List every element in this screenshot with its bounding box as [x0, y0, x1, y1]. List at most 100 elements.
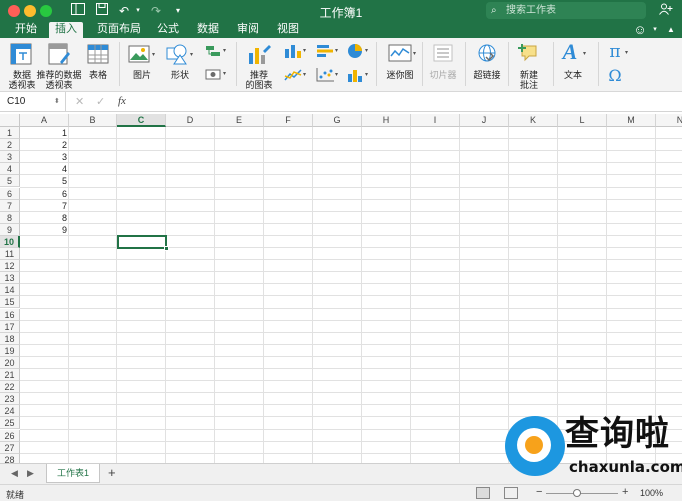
tab-home[interactable]: 开始 — [8, 22, 44, 38]
sparklines-icon[interactable] — [388, 44, 412, 62]
row-header-5[interactable]: 5 — [0, 175, 20, 188]
other-charts-dropdown-icon[interactable]: ▾ — [365, 71, 368, 78]
line-chart-icon[interactable] — [284, 68, 302, 82]
customize-toolbar-icon[interactable]: ▾ — [170, 3, 186, 19]
column-header-h[interactable]: H — [362, 114, 411, 127]
name-box[interactable]: C10 ⬍ — [0, 92, 66, 111]
sparklines-dropdown-icon[interactable]: ▾ — [413, 50, 416, 57]
cell-a3[interactable]: 3 — [20, 151, 69, 163]
picture-dropdown-icon[interactable]: ▾ — [152, 51, 155, 58]
cell-a1[interactable]: 1 — [20, 127, 69, 139]
column-chart-dropdown-icon[interactable]: ▾ — [303, 47, 306, 54]
column-header-l[interactable]: L — [558, 114, 607, 127]
cell-a8[interactable]: 8 — [20, 212, 69, 224]
column-header-c[interactable]: C — [117, 114, 166, 127]
zoom-out-button[interactable]: − — [536, 486, 542, 498]
column-header-g[interactable]: G — [313, 114, 362, 127]
minimize-window-button[interactable] — [24, 5, 36, 17]
row-header-21[interactable]: 21 — [0, 369, 20, 381]
new-comment-icon[interactable] — [518, 43, 538, 63]
zoom-slider[interactable] — [546, 493, 618, 494]
line-chart-dropdown-icon[interactable]: ▾ — [303, 71, 306, 78]
zoom-window-button[interactable] — [40, 5, 52, 17]
prev-sheet-icon[interactable]: ◀ — [11, 468, 18, 479]
column-header-e[interactable]: E — [215, 114, 264, 127]
confirm-formula-icon[interactable]: ✓ — [96, 95, 105, 108]
smartart-dropdown-icon[interactable]: ▾ — [223, 47, 226, 54]
smartart-icon[interactable] — [205, 45, 221, 57]
zoom-level[interactable]: 100% — [640, 488, 663, 498]
row-header-8[interactable]: 8 — [0, 211, 20, 224]
row-header-19[interactable]: 19 — [0, 344, 20, 357]
row-header-26[interactable]: 26 — [0, 429, 20, 442]
name-box-dropdown-icon[interactable]: ⬍ — [54, 92, 60, 111]
select-all-corner[interactable] — [0, 114, 20, 127]
tab-formulas[interactable]: 公式 — [150, 22, 186, 38]
row-header-13[interactable]: 13 — [0, 272, 20, 285]
picture-button[interactable]: 图片 — [126, 70, 158, 80]
column-header-a[interactable]: A — [20, 114, 69, 127]
shapes-icon[interactable] — [166, 43, 188, 65]
next-sheet-icon[interactable]: ▶ — [27, 468, 34, 479]
save-icon[interactable] — [94, 3, 110, 19]
recommended-charts-button[interactable]: 推荐 的图表 — [242, 70, 276, 90]
hyperlink-icon[interactable] — [477, 43, 497, 63]
zoom-slider-knob[interactable] — [573, 489, 581, 497]
row-header-2[interactable]: 2 — [0, 139, 20, 152]
ribbon-collapse-icon[interactable]: ▾ — [650, 22, 660, 38]
normal-view-icon[interactable] — [476, 487, 490, 499]
bar-chart-dropdown-icon[interactable]: ▾ — [335, 47, 338, 54]
other-charts-icon[interactable] — [347, 68, 363, 82]
column-header-j[interactable]: J — [460, 114, 509, 127]
row-header-10[interactable]: 10 — [0, 235, 20, 248]
close-window-button[interactable] — [8, 5, 20, 17]
hyperlink-button[interactable]: 超链接 — [470, 70, 504, 80]
screenshot-icon[interactable] — [205, 68, 221, 80]
scatter-chart-icon[interactable] — [316, 68, 334, 82]
recommended-pivot-icon[interactable] — [48, 43, 70, 65]
active-cell-highlight[interactable] — [117, 235, 167, 249]
cell-a4[interactable]: 4 — [20, 163, 69, 175]
tab-data[interactable]: 数据 — [190, 22, 226, 38]
sparklines-button[interactable]: 迷你图 — [383, 70, 417, 80]
shapes-button[interactable]: 形状 — [164, 70, 196, 80]
cell-a7[interactable]: 7 — [20, 200, 69, 212]
bar-chart-icon[interactable] — [316, 44, 334, 58]
column-chart-icon[interactable] — [284, 44, 302, 58]
equation-dropdown-icon[interactable]: ▾ — [625, 49, 628, 56]
equation-button[interactable]: π — [606, 42, 624, 62]
row-header-6[interactable]: 6 — [0, 187, 20, 200]
row-header-23[interactable]: 23 — [0, 393, 20, 406]
share-icon[interactable] — [658, 3, 674, 19]
symbol-button[interactable]: Ω — [606, 66, 624, 86]
cell-a2[interactable]: 2 — [20, 139, 69, 151]
pivot-table-icon[interactable] — [10, 43, 32, 65]
row-header-11[interactable]: 11 — [0, 248, 20, 260]
row-header-18[interactable]: 18 — [0, 332, 20, 345]
tab-view[interactable]: 视图 — [270, 22, 306, 38]
row-header-4[interactable]: 4 — [0, 163, 20, 176]
tab-page-layout[interactable]: 页面布局 — [90, 22, 148, 38]
add-sheet-icon[interactable]: + — [108, 465, 116, 480]
row-header-25[interactable]: 25 — [0, 417, 20, 430]
fill-handle[interactable] — [164, 246, 169, 251]
smiley-feedback-icon[interactable]: ☺ — [630, 22, 650, 38]
new-comment-button[interactable]: 新建 批注 — [512, 70, 546, 90]
row-header-7[interactable]: 7 — [0, 199, 20, 212]
row-header-28[interactable]: 28 — [0, 453, 20, 463]
pivot-table-button[interactable]: 数据 透视表 — [4, 70, 40, 90]
column-header-m[interactable]: M — [607, 114, 656, 127]
row-header-16[interactable]: 16 — [0, 308, 20, 321]
row-header-12[interactable]: 12 — [0, 260, 20, 273]
text-button[interactable]: 文本 — [557, 70, 589, 80]
table-icon[interactable] — [87, 43, 109, 65]
row-header-9[interactable]: 9 — [0, 223, 20, 236]
text-icon[interactable]: A — [560, 39, 580, 65]
row-header-27[interactable]: 27 — [0, 441, 20, 454]
pie-chart-icon[interactable] — [347, 43, 363, 59]
cancel-formula-icon[interactable]: ✕ — [75, 95, 84, 108]
row-header-24[interactable]: 24 — [0, 405, 20, 418]
column-header-i[interactable]: I — [411, 114, 460, 127]
zoom-in-button[interactable]: + — [622, 486, 628, 498]
sidebar-toggle-icon[interactable] — [70, 3, 86, 19]
